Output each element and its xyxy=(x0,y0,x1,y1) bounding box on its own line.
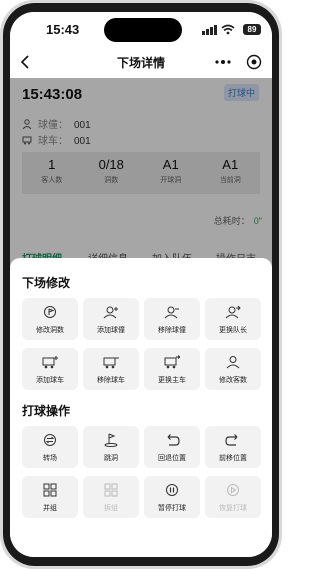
phone-frame: 15:43 89 下场详情 15:43:08 打球中 球僮： 001 球车： 0… xyxy=(0,0,282,569)
resume-button: 恢复打球 xyxy=(205,476,261,518)
action-label: 添加球车 xyxy=(36,377,64,384)
action-label: 暂停打球 xyxy=(158,505,186,512)
close-miniprogram-icon[interactable] xyxy=(246,54,262,70)
action-label: 跳洞 xyxy=(104,455,118,462)
action-label: 回退位置 xyxy=(158,455,186,462)
merge-button[interactable]: 并组 xyxy=(22,476,78,518)
cart-remove-button[interactable]: 移除球车 xyxy=(83,348,139,390)
section-title-play-ops: 打球操作 xyxy=(22,404,71,418)
status-bar: 15:43 89 xyxy=(10,12,272,46)
person-icon xyxy=(226,356,240,369)
person-switch-icon xyxy=(225,305,241,319)
pause-button[interactable]: 暂停打球 xyxy=(144,476,200,518)
dynamic-island xyxy=(104,18,182,42)
person-add-button[interactable]: 添加球僮 xyxy=(83,298,139,340)
flag-edit-icon xyxy=(44,306,56,318)
action-label: 转场 xyxy=(43,455,57,462)
split-icon xyxy=(104,483,118,497)
transfer-icon xyxy=(44,434,56,446)
cart-remove-icon xyxy=(103,357,119,369)
split-button: 拆组 xyxy=(83,476,139,518)
action-label: 修改洞数 xyxy=(36,327,64,334)
action-label: 更换队长 xyxy=(219,327,247,334)
play-ops-grid: 转场 跳洞 回退位置 前移位置并组 拆组 暂停打球 恢复打球 xyxy=(22,426,261,522)
person-remove-button[interactable]: 移除球僮 xyxy=(144,298,200,340)
merge-icon xyxy=(43,483,57,497)
flag-edit-button[interactable]: 修改洞数 xyxy=(22,298,78,340)
skip-hole-button[interactable]: 跳洞 xyxy=(83,426,139,468)
resume-icon xyxy=(227,484,239,496)
undo-icon xyxy=(167,434,180,446)
person-add-icon xyxy=(103,306,118,319)
redo-icon xyxy=(225,434,238,446)
cart-add-icon xyxy=(42,356,58,369)
battery-indicator: 89 xyxy=(243,24,261,35)
action-label: 恢复打球 xyxy=(219,505,247,512)
action-label: 移除球僮 xyxy=(158,327,186,334)
screen: 15:43 89 下场详情 15:43:08 打球中 球僮： 001 球车： 0… xyxy=(10,12,272,557)
status-time: 15:43 xyxy=(46,22,80,37)
action-sheet: 下场修改 修改洞数 添加球僮 移除球僮 更换队长添加球车 移除球车 更换主车 修改客数 打球… xyxy=(10,258,272,557)
more-icon[interactable] xyxy=(214,54,232,70)
skip-hole-icon xyxy=(104,433,118,447)
section-title-round-edit: 下场修改 xyxy=(22,276,71,290)
action-label: 前移位置 xyxy=(219,455,247,462)
action-label: 更换主车 xyxy=(158,377,186,384)
person-button[interactable]: 修改客数 xyxy=(205,348,261,390)
round-edit-grid: 修改洞数 添加球僮 移除球僮 更换队长添加球车 移除球车 更换主车 修改客数 xyxy=(22,298,261,394)
redo-button[interactable]: 前移位置 xyxy=(205,426,261,468)
transfer-button[interactable]: 转场 xyxy=(22,426,78,468)
action-label: 拆组 xyxy=(104,505,118,512)
pause-icon xyxy=(166,484,178,496)
page-title: 下场详情 xyxy=(116,56,165,70)
signal-wifi-icon xyxy=(202,24,235,35)
undo-button[interactable]: 回退位置 xyxy=(144,426,200,468)
nav-bar: 下场详情 xyxy=(10,46,272,78)
action-label: 添加球僮 xyxy=(97,327,125,334)
person-remove-icon xyxy=(164,306,179,319)
person-switch-button[interactable]: 更换队长 xyxy=(205,298,261,340)
action-label: 移除球车 xyxy=(97,377,125,384)
action-label: 并组 xyxy=(43,505,57,512)
cart-add-button[interactable]: 添加球车 xyxy=(22,348,78,390)
action-label: 修改客数 xyxy=(219,377,247,384)
cart-switch-icon xyxy=(164,355,180,369)
cart-switch-button[interactable]: 更换主车 xyxy=(144,348,200,390)
